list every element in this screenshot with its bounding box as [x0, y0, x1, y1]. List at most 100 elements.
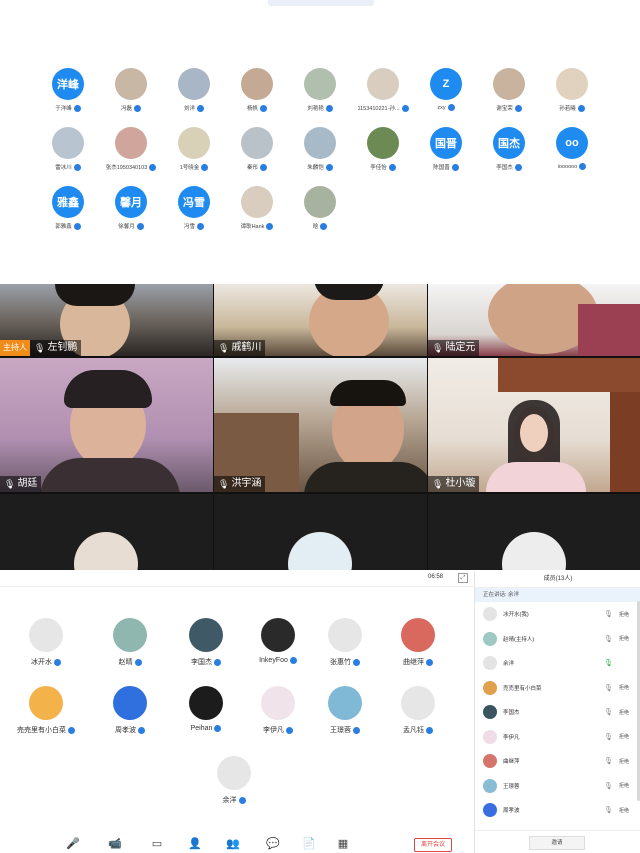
avatar-cell[interactable]: 洋峰 于洋峰 — [33, 68, 103, 112]
share-screen-icon[interactable]: ▭ — [150, 837, 164, 851]
avatar-cell[interactable]: 李佳怡 — [348, 127, 418, 171]
microphone-icon[interactable]: 🎙 — [604, 806, 613, 814]
status-badge — [325, 163, 333, 171]
avatar-name-text: 谢宝荣 — [496, 106, 513, 112]
invite-button[interactable]: 邀请 — [529, 836, 585, 850]
document-icon[interactable]: 📄 — [302, 837, 316, 851]
microphone-icon: 🎙 — [218, 479, 230, 489]
member-row[interactable]: 李伊凡 🎙 拒绝 — [475, 725, 640, 750]
member-action-button[interactable]: 拒绝 — [619, 611, 637, 618]
avatar-cell[interactable]: 谭耿Hank — [222, 186, 292, 230]
video-tile[interactable]: 🎙 陆定元 — [428, 284, 640, 356]
member-row[interactable]: 冰开水(我) 🎙 拒绝 — [475, 602, 640, 627]
avatar-cell[interactable]: 朱麟恺 — [285, 127, 355, 171]
member-action-button[interactable]: 拒绝 — [619, 758, 637, 765]
member-row[interactable]: 余洋 🎙 — [475, 651, 640, 676]
video-tile-camera-off[interactable] — [0, 494, 213, 570]
video-tile-label: 🎙 洪宇涵 — [214, 476, 266, 492]
member-row[interactable]: 周孝波 🎙 拒绝 — [475, 798, 640, 823]
video-tile-camera-off[interactable] — [214, 494, 427, 570]
avatar — [483, 803, 497, 818]
microphone-icon[interactable]: 🎙 — [604, 733, 613, 741]
participant-name-text: 王璟蓉 — [330, 727, 351, 734]
video-tile[interactable]: 🎙 胡廷 — [0, 358, 213, 492]
avatar-cell[interactable]: Zzxy — [411, 68, 481, 111]
avatar-cell[interactable]: 馨月 徐馨月 — [96, 186, 166, 230]
status-badge — [353, 726, 360, 734]
fullscreen-icon[interactable]: ⤢ — [458, 573, 468, 583]
end-meeting-button[interactable]: 离开会议 — [414, 838, 452, 852]
members-icon[interactable]: 👥 — [226, 837, 240, 851]
video-tile-label: 🎙 杜小璇 — [428, 476, 480, 492]
participant-cell[interactable]: 売売里有小白菜 — [6, 686, 86, 735]
member-row[interactable]: 赵晴(主持人) 🎙 拒绝 — [475, 627, 640, 652]
avatar-name-text: 郭雅鑫 — [55, 224, 72, 230]
avatar — [556, 68, 588, 100]
avatar-cell[interactable]: 国晋 陈国晋 — [411, 127, 481, 171]
avatar-cell[interactable]: 刘艳艳 — [285, 68, 355, 112]
apps-icon[interactable]: ▦ — [336, 837, 350, 851]
microphone-icon[interactable]: 🎙 — [604, 757, 613, 765]
avatar-cell[interactable]: 秦彤 — [222, 127, 292, 171]
status-badge — [54, 658, 61, 666]
avatar-cell[interactable]: 国杰 李国杰 — [474, 127, 544, 171]
participant-cell[interactable]: 张惠竹 — [305, 618, 385, 667]
avatar-cell[interactable]: 1号晓金 — [159, 127, 229, 171]
participant-cell[interactable]: 孟凡钰 — [378, 686, 458, 735]
avatar-name-text: zxy — [437, 104, 446, 111]
video-tile[interactable]: 🎙 戚鹤川 — [214, 284, 427, 356]
member-row[interactable]: 李国杰 🎙 拒绝 — [475, 700, 640, 725]
participant-cell[interactable]: 冰开水 — [6, 618, 86, 667]
avatar — [367, 68, 399, 100]
video-tile-name: 戚鹤川 — [231, 342, 262, 353]
avatar-cell[interactable]: 雷冰川 — [33, 127, 103, 171]
member-action-button[interactable]: 拒绝 — [619, 709, 637, 716]
microphone-icon[interactable]: 🎙 — [604, 782, 613, 790]
avatar-cell[interactable]: 晗 — [285, 186, 355, 230]
avatar-cell[interactable]: 冯磊 — [96, 68, 166, 112]
member-row[interactable]: 売売里有小白菜 🎙 拒绝 — [475, 676, 640, 701]
microphone-icon[interactable]: 🎙 — [604, 610, 613, 618]
member-action-button[interactable]: 拒绝 — [619, 684, 637, 691]
invite-icon[interactable]: 👤 — [188, 837, 202, 851]
microphone-icon[interactable]: 🎙 — [604, 684, 613, 692]
avatar-cell[interactable]: 雅鑫 郭雅鑫 — [33, 186, 103, 230]
microphone-icon[interactable]: 🎤 — [66, 837, 80, 851]
avatar-cell[interactable]: oo ioooooo — [537, 127, 607, 170]
participant-name: 余洋 — [194, 795, 274, 805]
microphone-icon[interactable]: 🎙 — [604, 708, 613, 716]
participant-name: 李国杰 — [166, 657, 246, 667]
avatar-cell[interactable]: 刘洋 — [159, 68, 229, 112]
video-tile[interactable]: 🎙 杜小璇 — [428, 358, 640, 492]
video-tile[interactable]: 主持人 🎙 左钊鹏 — [0, 284, 213, 356]
member-row[interactable]: 王璟蓉 🎙 拒绝 — [475, 774, 640, 799]
avatar-cell[interactable]: 孙若曦 — [537, 68, 607, 112]
avatar-cell[interactable]: 1153410221-孙... — [348, 68, 418, 112]
avatar-name-text: 于洋峰 — [55, 106, 72, 112]
microphone-icon[interactable]: 🎙 — [604, 635, 613, 643]
member-action-button[interactable]: 拒绝 — [619, 782, 637, 789]
speaking-indicator: 正在讲话: 余洋 — [475, 588, 640, 602]
chat-icon[interactable]: 💬 — [266, 837, 280, 851]
video-tile[interactable]: 🎙 洪宇涵 — [214, 358, 427, 492]
avatar-cell[interactable]: 杨帆 — [222, 68, 292, 112]
camera-icon[interactable]: 📹 — [108, 837, 122, 851]
participant-cell[interactable]: 周孝波 — [90, 686, 170, 735]
avatar-name-text: 孙若曦 — [559, 106, 576, 112]
avatar-name: 徐馨月 — [96, 222, 166, 230]
avatar-cell[interactable]: 冯雪 冯雪 — [159, 186, 229, 230]
avatar-cell[interactable]: 张杰1950340103 — [96, 127, 166, 171]
member-row[interactable]: 曲继萍 🎙 拒绝 — [475, 749, 640, 774]
video-tile-camera-off[interactable] — [428, 494, 640, 570]
participant-cell[interactable]: 余洋 — [194, 756, 274, 805]
participant-cell[interactable]: 赵晴 — [90, 618, 170, 667]
member-action-button[interactable]: 拒绝 — [619, 635, 637, 642]
participant-cell[interactable]: 王璟蓉 — [305, 686, 385, 735]
participant-cell[interactable]: Peihan — [166, 686, 246, 732]
participant-cell[interactable]: 李国杰 — [166, 618, 246, 667]
participant-cell[interactable]: 曲继萍 — [378, 618, 458, 667]
member-action-button[interactable]: 拒绝 — [619, 807, 637, 814]
avatar-cell[interactable]: 谢宝荣 — [474, 68, 544, 112]
member-action-button[interactable]: 拒绝 — [619, 733, 637, 740]
microphone-icon[interactable]: 🎙 — [604, 659, 613, 667]
